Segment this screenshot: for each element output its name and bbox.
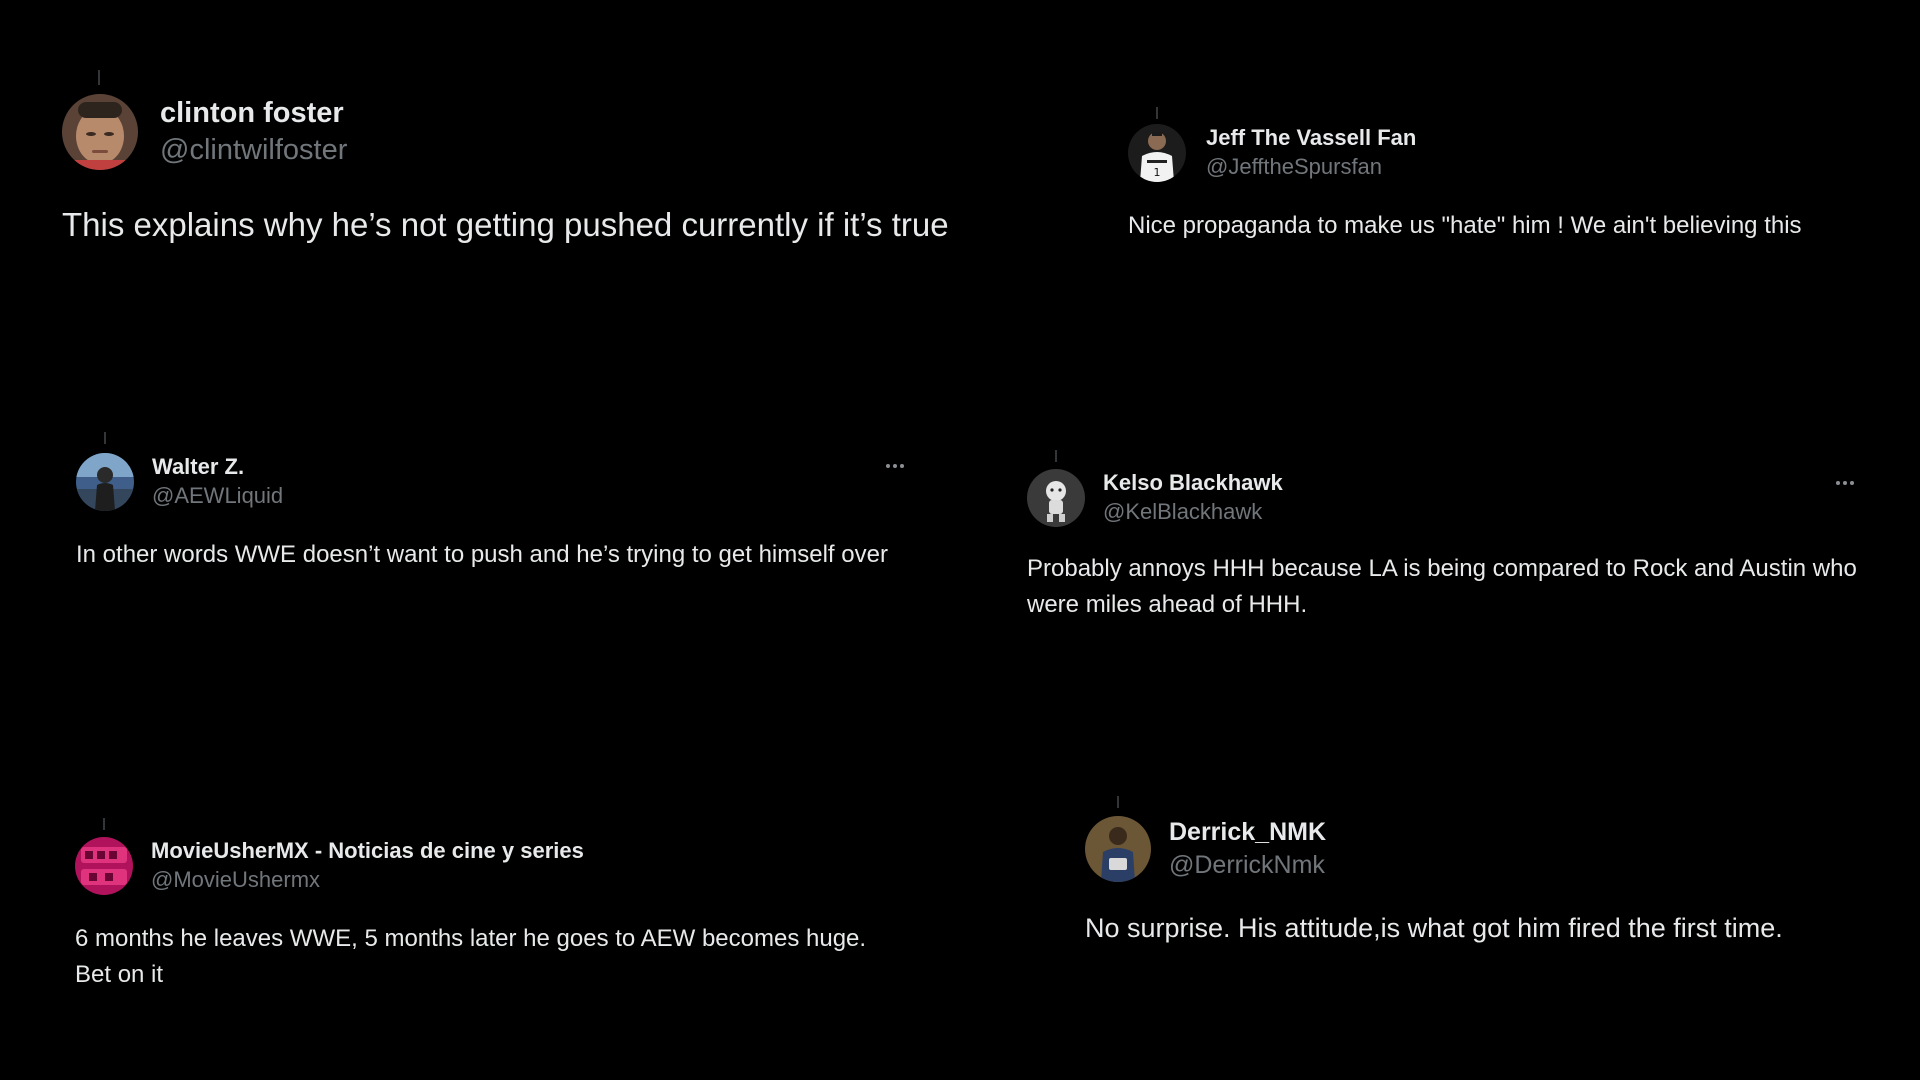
display-name[interactable]: clinton foster [160,95,347,131]
tweet-header: Derrick_NMK @DerrickNmk [1085,816,1905,882]
tweet-card: MovieUsherMX - Noticias de cine y series… [75,818,935,993]
tweet-text: No surprise. His attitude,is what got hi… [1085,913,1783,943]
author-info: MovieUsherMX - Noticias de cine y series… [151,837,584,895]
tweet-text: Probably annoys HHH because LA is being … [1027,555,1857,618]
display-name[interactable]: Walter Z. [152,453,283,481]
tweet-header: 1 Jeff The Vassell Fan @JefftheSpursfan [1128,124,1888,182]
author-info: Derrick_NMK @DerrickNmk [1169,816,1326,882]
thread-connector [98,70,100,85]
thread-connector [103,818,105,830]
svg-text:1: 1 [1154,166,1161,179]
tweet-header: clinton foster @clintwilfoster [62,94,1022,170]
more-options-icon[interactable] [886,464,904,468]
tweet-card: Kelso Blackhawk @KelBlackhawk Probably a… [1027,450,1897,623]
display-name[interactable]: MovieUsherMX - Noticias de cine y series [151,837,584,865]
author-info: Walter Z. @AEWLiquid [152,453,283,511]
tweet-card: clinton foster @clintwilfoster This expl… [62,70,1022,246]
thread-connector [1156,107,1158,119]
pink-logo-avatar-icon [75,837,133,895]
user-handle[interactable]: @MovieUshermx [151,865,584,895]
display-name[interactable]: Kelso Blackhawk [1103,469,1283,497]
user-photo-avatar-icon [62,94,138,170]
avatar[interactable] [76,453,134,511]
basketball-player-avatar-icon: 1 [1128,124,1186,182]
tweet-card: Walter Z. @AEWLiquid In other words WWE … [76,432,916,573]
author-info: Kelso Blackhawk @KelBlackhawk [1103,469,1283,527]
thread-connector [1055,450,1057,462]
user-photo-avatar-icon [76,453,134,511]
display-name[interactable]: Derrick_NMK [1169,816,1326,848]
thread-connector [1117,796,1119,808]
avatar[interactable] [62,94,138,170]
user-handle[interactable]: @DerrickNmk [1169,848,1326,882]
thread-connector [104,432,106,444]
user-handle[interactable]: @KelBlackhawk [1103,497,1283,527]
more-options-icon[interactable] [1836,481,1854,485]
tweet-header: MovieUsherMX - Noticias de cine y series… [75,837,935,895]
tweet-text: 6 months he leaves WWE, 5 months later h… [75,925,867,988]
tweet-card: Derrick_NMK @DerrickNmk No surprise. His… [1085,796,1905,946]
avatar[interactable] [75,837,133,895]
tweet-text: Nice propaganda to make us "hate" him ! … [1128,212,1802,239]
user-handle[interactable]: @JefftheSpursfan [1206,152,1416,182]
tweet-header: Kelso Blackhawk @KelBlackhawk [1027,469,1897,527]
tweet-text: This explains why he’s not getting pushe… [62,206,949,243]
user-photo-avatar-icon [1085,816,1151,882]
tweet-text: In other words WWE doesn’t want to push … [76,541,888,568]
author-info: Jeff The Vassell Fan @JefftheSpursfan [1206,124,1416,182]
avatar[interactable] [1027,469,1085,527]
avatar[interactable]: 1 [1128,124,1186,182]
display-name[interactable]: Jeff The Vassell Fan [1206,124,1416,152]
tweet-header: Walter Z. @AEWLiquid [76,453,916,511]
tweet-card: 1 Jeff The Vassell Fan @JefftheSpursfan … [1128,107,1888,242]
user-handle[interactable]: @AEWLiquid [152,481,283,511]
user-handle[interactable]: @clintwilfoster [160,131,347,169]
avatar[interactable] [1085,816,1151,882]
figurine-avatar-icon [1027,469,1085,527]
author-info: clinton foster @clintwilfoster [160,95,347,169]
